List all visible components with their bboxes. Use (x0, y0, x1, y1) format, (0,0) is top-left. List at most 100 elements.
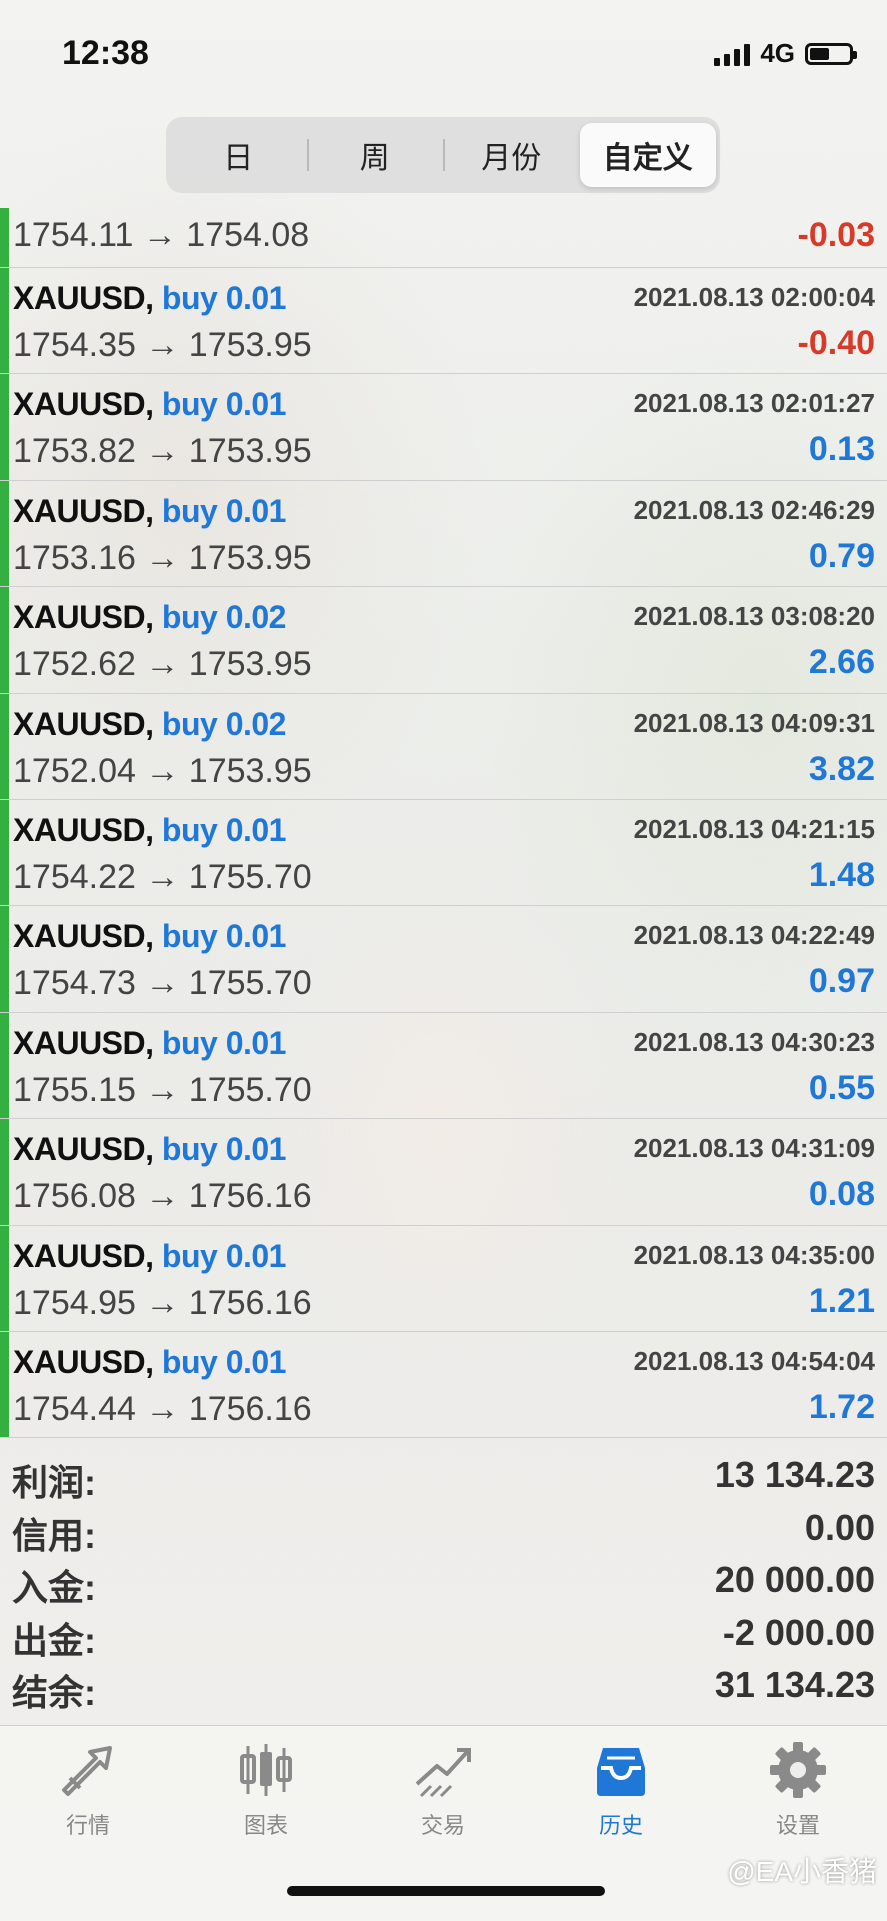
symbol-name: XAUUSD, (13, 386, 154, 423)
trade-prices: 1754.44 → 1756.16 (13, 1389, 312, 1428)
tab-label: 设置 (775, 1813, 820, 1838)
trade-date: 2021.08.13 04:30:23 (633, 1026, 875, 1057)
summary-value: -2 000.00 (722, 1611, 875, 1653)
trade-date: 2021.08.13 03:08:20 (633, 601, 875, 632)
tab-settings[interactable]: 设置 (728, 1738, 868, 1848)
summary-value: 20 000.00 (714, 1559, 875, 1600)
trade-row[interactable]: XAUUSD, buy 0.02 2021.08.13 04:09:31 1752.… (0, 694, 887, 800)
trade-symbol: XAUUSD, buy 0.01 (13, 386, 286, 423)
tab-week[interactable]: 周 (306, 123, 444, 187)
trade-side: buy 0.01 (161, 1343, 287, 1380)
trade-date: 2021.08.13 04:35:00 (633, 1239, 875, 1270)
trade-prices: 1753.16 → 1753.95 (13, 538, 312, 577)
trade-date: 2021.08.13 02:46:29 (633, 494, 875, 525)
trade-symbol: XAUUSD, buy 0.01 (13, 1131, 286, 1168)
summary-label: 结余: (12, 1672, 96, 1713)
trade-row[interactable]: XAUUSD, buy 0.01 2021.08.13 04:21:15 1754.… (0, 800, 887, 907)
trade-prices: 1752.62 → 1753.95 (13, 645, 312, 684)
trade-side: buy 0.02 (161, 705, 287, 742)
tab-chart[interactable]: 图表 (196, 1738, 336, 1848)
summary-row: 入金: 20 000.00 (0, 1555, 887, 1608)
tab-day[interactable]: 日 (170, 123, 307, 187)
trade-side: buy 0.01 (161, 811, 287, 848)
summary-value: 31 134.23 (714, 1664, 875, 1705)
symbol-name: XAUUSD, (13, 811, 154, 848)
trade-prices: 1756.08 → 1756.16 (13, 1177, 312, 1216)
trade-symbol: XAUUSD, buy 0.01 (13, 1025, 286, 1062)
period-segmented-control: 日 周 月份 自定义 (166, 117, 720, 193)
trade-profit: -0.03 (797, 216, 876, 254)
tab-label: 交易 (420, 1813, 465, 1838)
trade-side: buy 0.01 (161, 492, 287, 529)
trade-row[interactable]: XAUUSD, buy 0.01 2021.08.13 04:31:09 1756.… (0, 1119, 887, 1226)
watermark: @EA小香猪 (727, 1856, 877, 1887)
trade-prices: 1755.15 → 1755.70 (13, 1070, 312, 1109)
tab-custom[interactable]: 自定义 (579, 123, 716, 187)
trade-date: 2021.08.13 02:01:27 (633, 388, 875, 419)
trade-profit: 1.21 (808, 1281, 875, 1320)
trade-symbol: XAUUSD, buy 0.01 (13, 812, 286, 849)
trade-icon (415, 1748, 471, 1798)
trade-side: buy 0.01 (161, 1024, 287, 1061)
trade-symbol: XAUUSD, buy 0.01 (13, 1238, 286, 1275)
trade-prices: 1754.11 → 1754.08 (13, 216, 310, 254)
status-indicators: 4G (714, 38, 857, 69)
trade-row[interactable]: XAUUSD, buy 0.01 2021.08.13 04:30:23 1755.… (0, 1013, 887, 1120)
trade-row[interactable]: 1754.11 → 1754.08 -0.03 (0, 208, 887, 268)
trade-side: buy 0.01 (161, 1237, 287, 1274)
trade-side: buy 0.01 (161, 1131, 287, 1168)
trade-history-list[interactable]: 1754.11 → 1754.08 -0.03 XAUUSD, buy 0.01… (0, 208, 887, 1439)
chart-icon (240, 1744, 292, 1796)
account-summary: 利润: 13 134.23 信用: 0.00 入金: 20 000.00 出金: -2 000… (0, 1450, 887, 1713)
trade-symbol: XAUUSD, buy 0.01 (13, 493, 286, 530)
trade-row[interactable]: XAUUSD, buy 0.01 2021.08.13 04:54:04 1754.… (0, 1332, 887, 1439)
trade-row[interactable]: XAUUSD, buy 0.01 2021.08.13 04:35:00 1754.… (0, 1226, 887, 1332)
trade-date: 2021.08.13 04:31:09 (633, 1133, 875, 1164)
symbol-name: XAUUSD, (13, 918, 154, 955)
status-time: 12:38 (62, 34, 149, 72)
tab-quotes[interactable]: 行情 (18, 1738, 158, 1848)
trade-row[interactable]: XAUUSD, buy 0.01 2021.08.13 04:22:49 1754.… (0, 906, 887, 1013)
tab-label: 历史 (598, 1813, 643, 1838)
trade-prices: 1754.73 → 1755.70 (13, 964, 312, 1003)
trade-profit: 3.82 (808, 749, 875, 788)
home-indicator[interactable] (287, 1886, 605, 1896)
trade-symbol: XAUUSD, buy 0.02 (13, 706, 286, 743)
summary-value: 13 134.23 (714, 1454, 875, 1495)
trade-profit: -0.40 (797, 324, 876, 362)
trade-date: 2021.08.13 02:00:04 (633, 282, 875, 312)
summary-label: 出金: (12, 1619, 96, 1661)
settings-icon (770, 1742, 826, 1798)
trade-side: buy 0.02 (161, 599, 287, 636)
trade-symbol: XAUUSD, buy 0.01 (13, 918, 286, 955)
tab-month[interactable]: 月份 (443, 123, 580, 187)
tab-trade[interactable]: 交易 (373, 1738, 513, 1848)
summary-label: 利润: (12, 1462, 96, 1503)
tab-label: 行情 (65, 1813, 110, 1838)
trade-side: buy 0.01 (161, 280, 287, 316)
trade-prices: 1752.04 → 1753.95 (13, 751, 312, 790)
tab-history[interactable]: 历史 (551, 1738, 691, 1848)
summary-row: 利润: 13 134.23 (0, 1450, 887, 1503)
trade-prices: 1753.82 → 1753.95 (13, 432, 312, 471)
trade-side: buy 0.01 (161, 918, 287, 955)
trade-row[interactable]: XAUUSD, buy 0.01 2021.08.13 02:01:27 1753.… (0, 374, 887, 481)
signal-icon (714, 42, 751, 66)
trade-prices: 1754.35 → 1753.95 (13, 326, 312, 364)
trade-row[interactable]: XAUUSD, buy 0.01 2021.08.13 02:00:04 1754.… (0, 268, 887, 375)
battery-icon (805, 42, 857, 65)
trade-date: 2021.08.13 04:21:15 (633, 813, 875, 844)
trade-symbol: XAUUSD, buy 0.01 (13, 1344, 286, 1381)
status-bar: 12:38 4G (0, 0, 887, 110)
network-type: 4G (760, 38, 795, 68)
trade-profit: 0.55 (808, 1068, 875, 1107)
trade-profit: 0.97 (808, 962, 875, 1001)
trade-profit: 0.08 (808, 1175, 875, 1214)
trade-prices: 1754.22 → 1755.70 (13, 857, 312, 896)
summary-row: 结余: 31 134.23 (0, 1660, 887, 1713)
trade-row[interactable]: XAUUSD, buy 0.01 2021.08.13 02:46:29 1753.… (0, 481, 887, 588)
symbol-name: XAUUSD, (13, 1131, 154, 1168)
trade-profit: 1.48 (808, 855, 875, 894)
summary-row: 出金: -2 000.00 (0, 1608, 887, 1661)
trade-row[interactable]: XAUUSD, buy 0.02 2021.08.13 03:08:20 1752.… (0, 587, 887, 694)
